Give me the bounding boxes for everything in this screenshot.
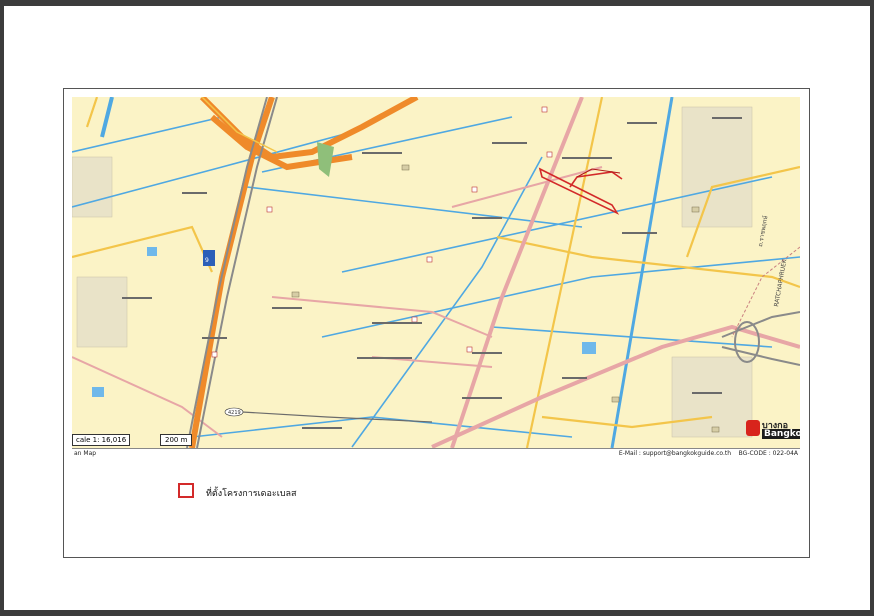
pond-2 [92, 387, 104, 397]
footer-left-text: an Map [74, 450, 97, 457]
footer-right-text: E-Mail : support@bangkokguide.co.th BG-C… [619, 449, 798, 459]
map-scale-bar: 200 m [160, 434, 193, 446]
map-graphic: 9 4219 RATCHAPHRUEK ถ.ราชพฤกษ์ [72, 97, 800, 448]
road-number: 4219 [228, 410, 241, 416]
logo-line-2: Bangkok [762, 429, 800, 439]
pond-3 [147, 247, 157, 256]
location-map: 9 4219 RATCHAPHRUEK ถ.ราชพฤกษ์ cale 1: 1… [72, 97, 800, 448]
bangkokguide-logo: บางกอ Bangkok [746, 418, 800, 442]
legend-label: ที่ตั้งโครงการเดอะเบลส [206, 489, 297, 499]
map-scale: cale 1: 16,016 [72, 434, 131, 446]
document-page: 9 4219 RATCHAPHRUEK ถ.ราชพฤกษ์ cale 1: 1… [4, 6, 870, 610]
map-frame: 9 4219 RATCHAPHRUEK ถ.ราชพฤกษ์ cale 1: 1… [63, 88, 810, 558]
logo-emblem-icon [746, 420, 760, 436]
footer-email: E-Mail : support@bangkokguide.co.th [618, 450, 732, 457]
footer-code: BG-CODE : 022-04A [738, 450, 798, 457]
highway-number: 9 [205, 257, 209, 264]
legend-swatch [178, 483, 194, 498]
map-footer: an Map E-Mail : support@bangkokguide.co.… [72, 448, 800, 459]
pond [582, 342, 596, 354]
